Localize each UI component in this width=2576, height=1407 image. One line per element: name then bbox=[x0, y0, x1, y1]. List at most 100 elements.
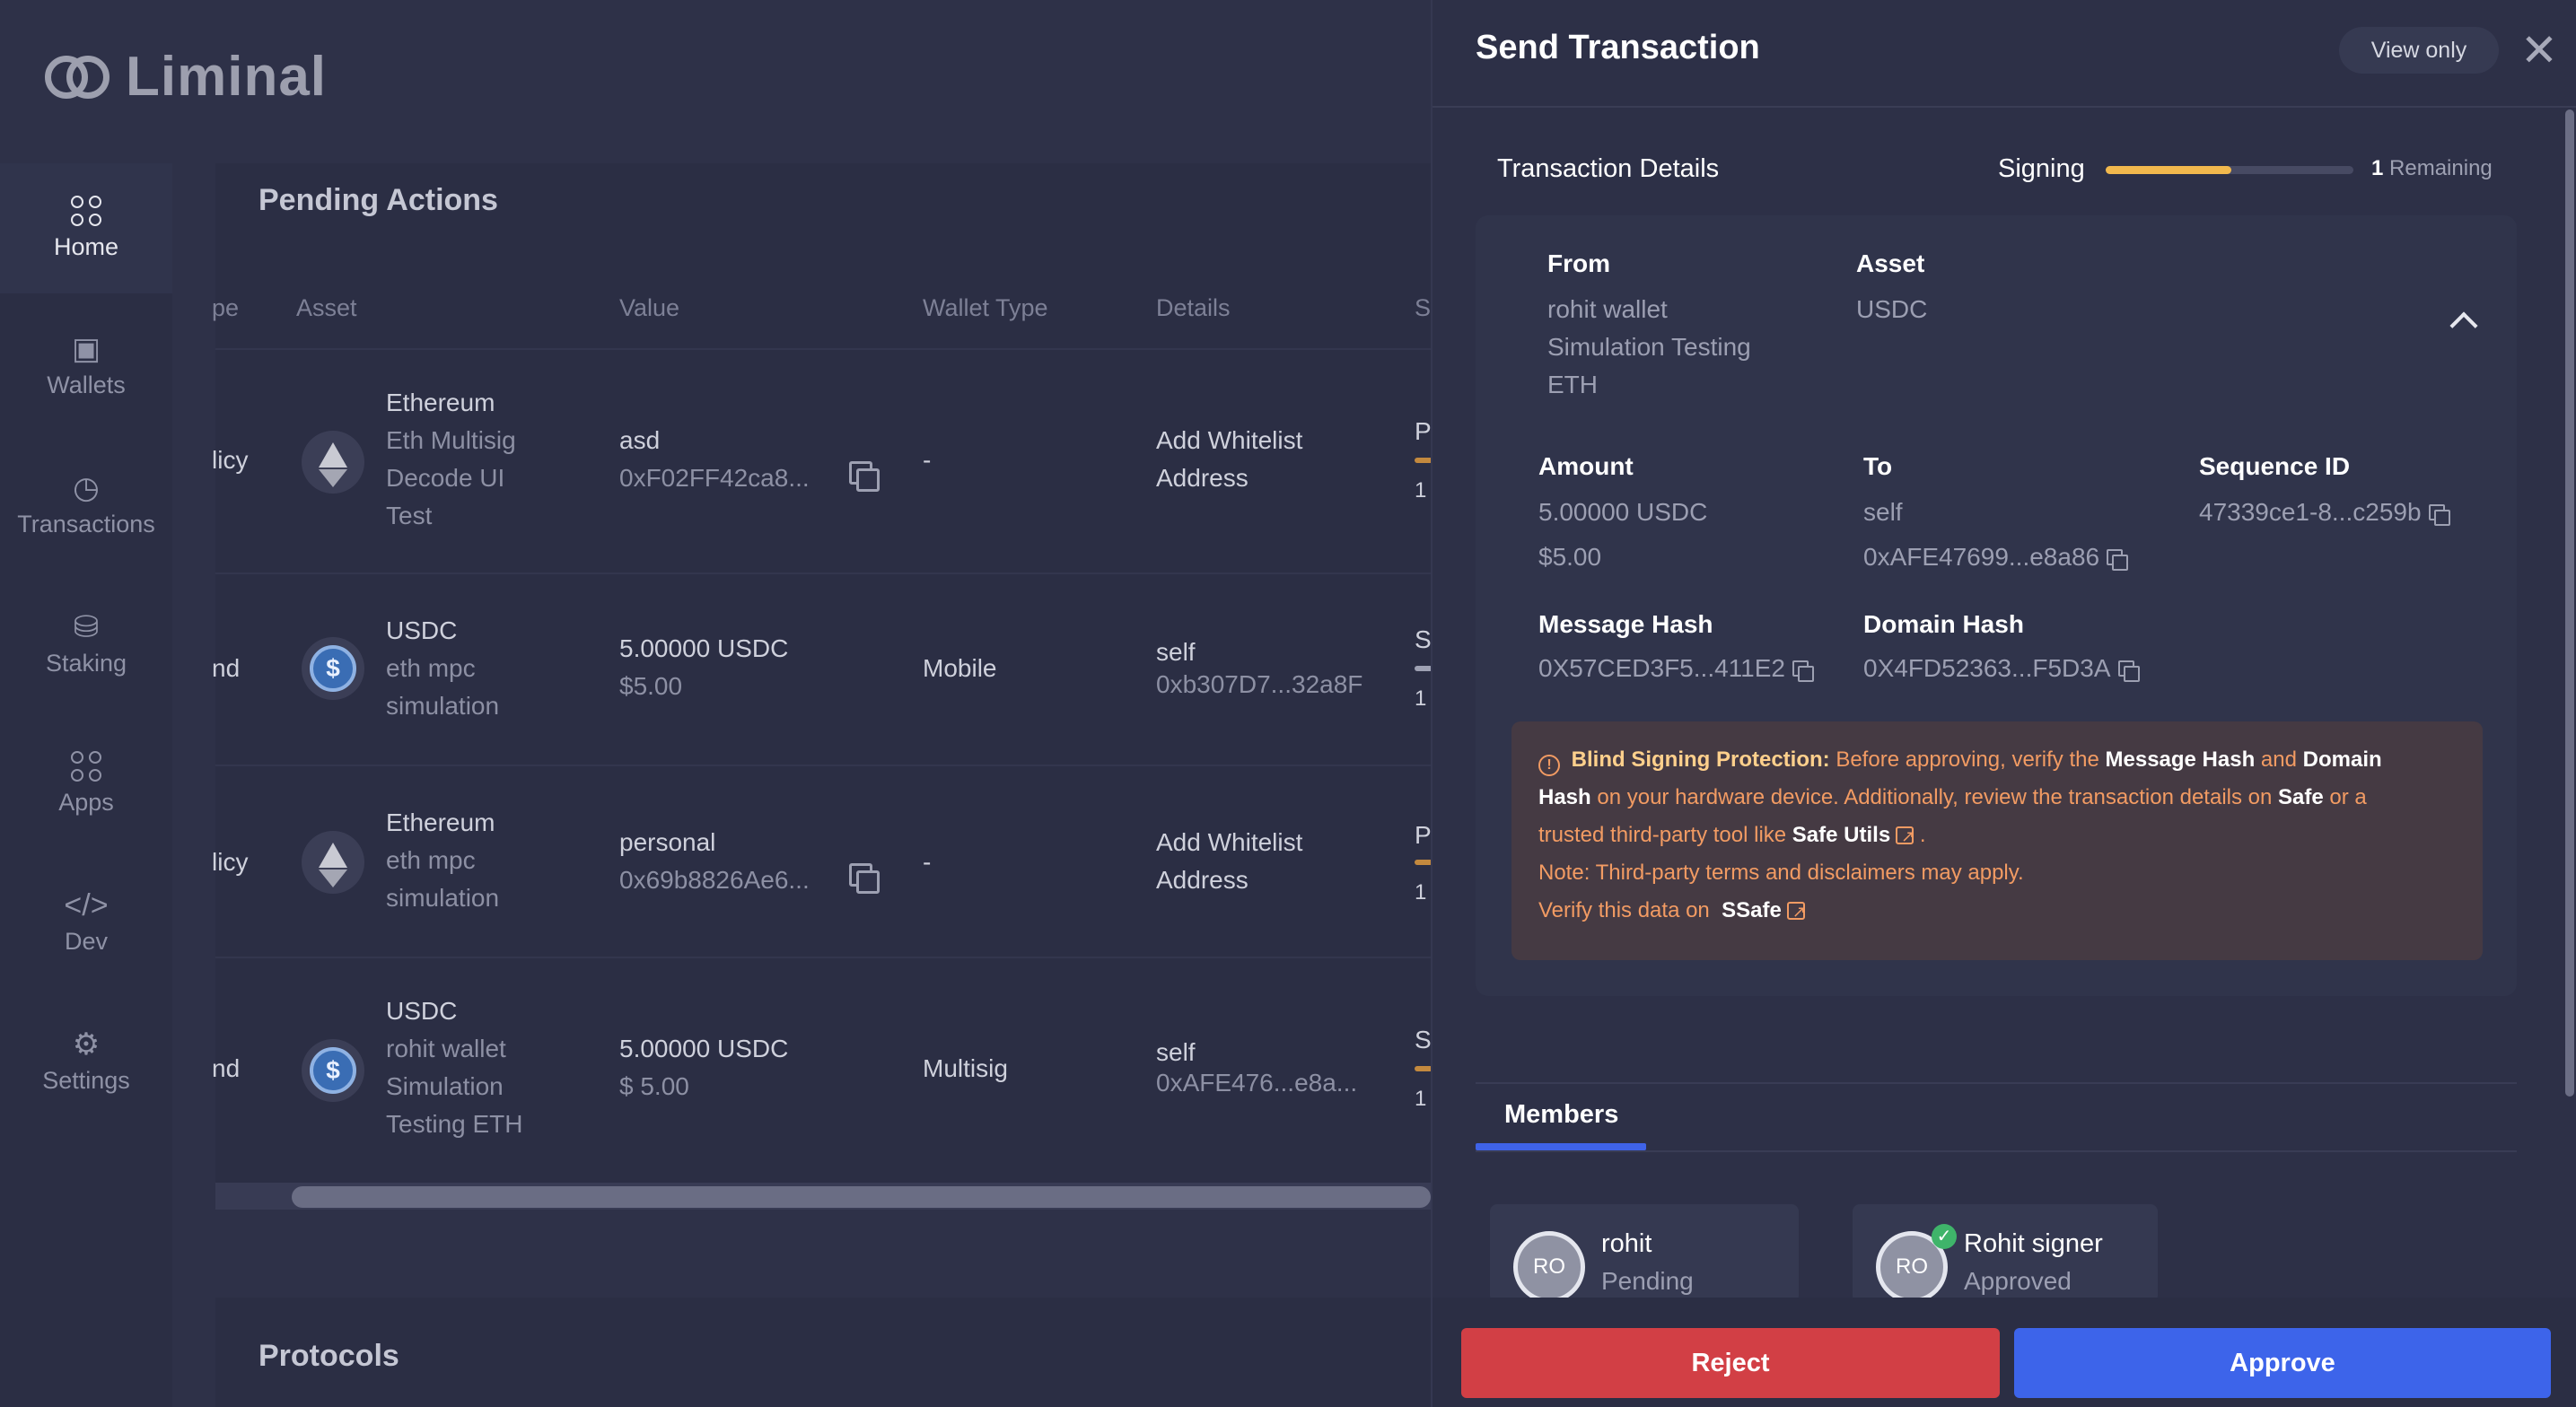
protocols-title: Protocols bbox=[258, 1339, 399, 1373]
row-wallet-type: - bbox=[923, 446, 932, 474]
row-details-address: 0xAFE476...e8a... bbox=[1156, 1069, 1358, 1097]
safe-utils-link[interactable]: Safe Utils bbox=[1792, 823, 1890, 847]
send-transaction-drawer: Send Transaction View only ✕ Transaction… bbox=[1431, 0, 2576, 1407]
warning-safe: Safe bbox=[2278, 785, 2324, 809]
status-progress bbox=[1415, 666, 1431, 671]
member-status: Approved bbox=[1964, 1267, 2072, 1295]
info-icon: ! bbox=[1538, 755, 1560, 776]
row-status-count: 1 bbox=[1415, 478, 1427, 502]
member-card: RO ✓ Rohit signer Approved bbox=[1853, 1204, 2158, 1303]
to-value: self bbox=[1863, 498, 1903, 526]
row-value-usd: $ 5.00 bbox=[619, 1072, 689, 1100]
row-details-address: 0xb307D7...32a8F bbox=[1156, 670, 1363, 698]
column-header-type: pe bbox=[212, 294, 240, 321]
warning-heading: Blind Signing Protection: bbox=[1571, 747, 1830, 772]
usdc-icon: $ bbox=[302, 1039, 364, 1102]
wallet-icon: ▣ bbox=[71, 332, 101, 366]
remaining-indicator: 1 Remaining bbox=[2371, 156, 2493, 181]
status-progress bbox=[1415, 860, 1431, 865]
sidebar-item-transactions[interactable]: ◷ Transactions bbox=[0, 441, 172, 571]
copy-icon[interactable] bbox=[2117, 660, 2140, 682]
liminal-logo-icon bbox=[43, 50, 115, 104]
row-status-count: 1 bbox=[1415, 880, 1427, 904]
asset-value: USDC bbox=[1856, 295, 1928, 323]
transaction-details-title: Transaction Details bbox=[1497, 154, 1720, 183]
to-address: 0xAFE47699...e8a86 bbox=[1863, 538, 2129, 576]
sidebar-item-wallets[interactable]: ▣ Wallets bbox=[0, 302, 172, 432]
message-hash-text: 0X57CED3F5...411E2 bbox=[1538, 654, 1785, 682]
sidebar-item-home[interactable]: Home bbox=[0, 163, 172, 293]
vertical-scrollbar[interactable] bbox=[2565, 109, 2574, 1097]
tab-members[interactable]: Members bbox=[1504, 1100, 1618, 1130]
asset-name: Ethereum bbox=[386, 389, 495, 416]
sidebar-item-apps[interactable]: Apps bbox=[0, 719, 172, 849]
row-wallet-type: Multisig bbox=[923, 1054, 1008, 1082]
row-value-address: 0xF02FF42ca8... bbox=[619, 464, 810, 492]
column-header-asset: Asset bbox=[296, 294, 357, 321]
safe-link[interactable]: Safe bbox=[1736, 898, 1782, 922]
sidebar-item-label: Settings bbox=[42, 1067, 130, 1094]
to-address-text: 0xAFE47699...e8a86 bbox=[1863, 543, 2100, 571]
copy-icon[interactable] bbox=[2428, 503, 2450, 526]
from-value-line3: ETH bbox=[1547, 371, 1598, 398]
warning-message-hash: Message Hash bbox=[2105, 747, 2256, 772]
warning-text: Before approving, verify the bbox=[1836, 747, 2099, 772]
checkmark-icon: ✓ bbox=[1932, 1224, 1957, 1249]
drawer-title: Send Transaction bbox=[1476, 29, 1760, 66]
warning-text: and bbox=[2260, 747, 2297, 772]
remaining-label: Remaining bbox=[2389, 156, 2493, 180]
row-status: P bbox=[1415, 417, 1431, 445]
signing-label: Signing bbox=[1998, 154, 2085, 183]
copy-icon[interactable] bbox=[1792, 660, 1814, 682]
external-link-icon[interactable] bbox=[1896, 817, 1914, 855]
message-hash-label: Message Hash bbox=[1538, 610, 1713, 638]
ethereum-icon bbox=[302, 431, 364, 494]
from-label: From bbox=[1547, 249, 1610, 277]
from-value-line1: rohit wallet bbox=[1547, 295, 1668, 323]
row-value-usd: $5.00 bbox=[619, 672, 683, 700]
copy-icon[interactable] bbox=[2107, 548, 2129, 571]
row-status: S bbox=[1415, 625, 1431, 653]
divider bbox=[1433, 106, 2576, 108]
table-row[interactable]: licy Ethereum eth mpc simulation persona… bbox=[212, 766, 1431, 958]
asset-subtitle: eth mpc simulation bbox=[386, 846, 500, 912]
sidebar-item-dev[interactable]: </> Dev bbox=[0, 858, 172, 988]
warning-note: Note: Third-party terms and disclaimers … bbox=[1538, 861, 2024, 885]
row-type: nd bbox=[212, 1054, 241, 1082]
sidebar-item-label: Dev bbox=[64, 928, 108, 955]
asset-name: USDC bbox=[386, 616, 458, 644]
copy-icon[interactable] bbox=[849, 863, 880, 894]
sidebar-item-label: Wallets bbox=[47, 371, 126, 398]
divider bbox=[1476, 1082, 2517, 1084]
horizontal-scrollbar-thumb[interactable] bbox=[292, 1186, 1431, 1208]
sidebar: Home ▣ Wallets ◷ Transactions ⛁ Staking … bbox=[0, 163, 172, 1407]
sequence-id: 47339ce1-8...c259b bbox=[2199, 494, 2450, 531]
external-link-icon[interactable] bbox=[1786, 893, 1806, 931]
approve-button[interactable]: Approve bbox=[2014, 1328, 2551, 1398]
safe-logo-icon: S bbox=[1715, 898, 1737, 922]
table-row[interactable]: nd $ USDC eth mpc simulation 5.00000 USD… bbox=[212, 574, 1431, 766]
sidebar-item-staking[interactable]: ⛁ Staking bbox=[0, 580, 172, 710]
warning-line2: Hash on your hardware device. Additional… bbox=[1538, 779, 2456, 817]
warning-text: or a bbox=[2329, 785, 2367, 809]
table-header: pe Asset Value Wallet Type Details S bbox=[212, 269, 1431, 350]
close-icon[interactable]: ✕ bbox=[2520, 28, 2558, 73]
warning-text: on your hardware device. Additionally, r… bbox=[1597, 785, 2273, 809]
row-status-count: 1 bbox=[1415, 686, 1427, 711]
to-label: To bbox=[1863, 452, 1893, 480]
sidebar-item-settings[interactable]: ⚙ Settings bbox=[0, 997, 172, 1127]
table-row[interactable]: licy Ethereum Eth Multisig Decode UI Tes… bbox=[212, 350, 1431, 574]
column-header-wallet-type: Wallet Type bbox=[923, 294, 1048, 321]
table-row[interactable]: nd $ USDC rohit wallet Simulation Testin… bbox=[212, 958, 1431, 1183]
from-value-line2: Simulation Testing bbox=[1547, 333, 1751, 361]
row-details: Add Whitelist Address bbox=[1156, 828, 1303, 894]
warning-domain: Domain bbox=[2302, 747, 2382, 772]
status-progress bbox=[1415, 458, 1431, 463]
copy-icon[interactable] bbox=[849, 461, 880, 492]
row-status: P bbox=[1415, 821, 1431, 849]
sidebar-item-label: Apps bbox=[58, 789, 114, 816]
sidebar-item-label: Transactions bbox=[17, 511, 155, 537]
verify-text: Verify this data on bbox=[1538, 898, 1710, 922]
reject-button[interactable]: Reject bbox=[1461, 1328, 2000, 1398]
row-details: Add Whitelist Address bbox=[1156, 426, 1303, 492]
